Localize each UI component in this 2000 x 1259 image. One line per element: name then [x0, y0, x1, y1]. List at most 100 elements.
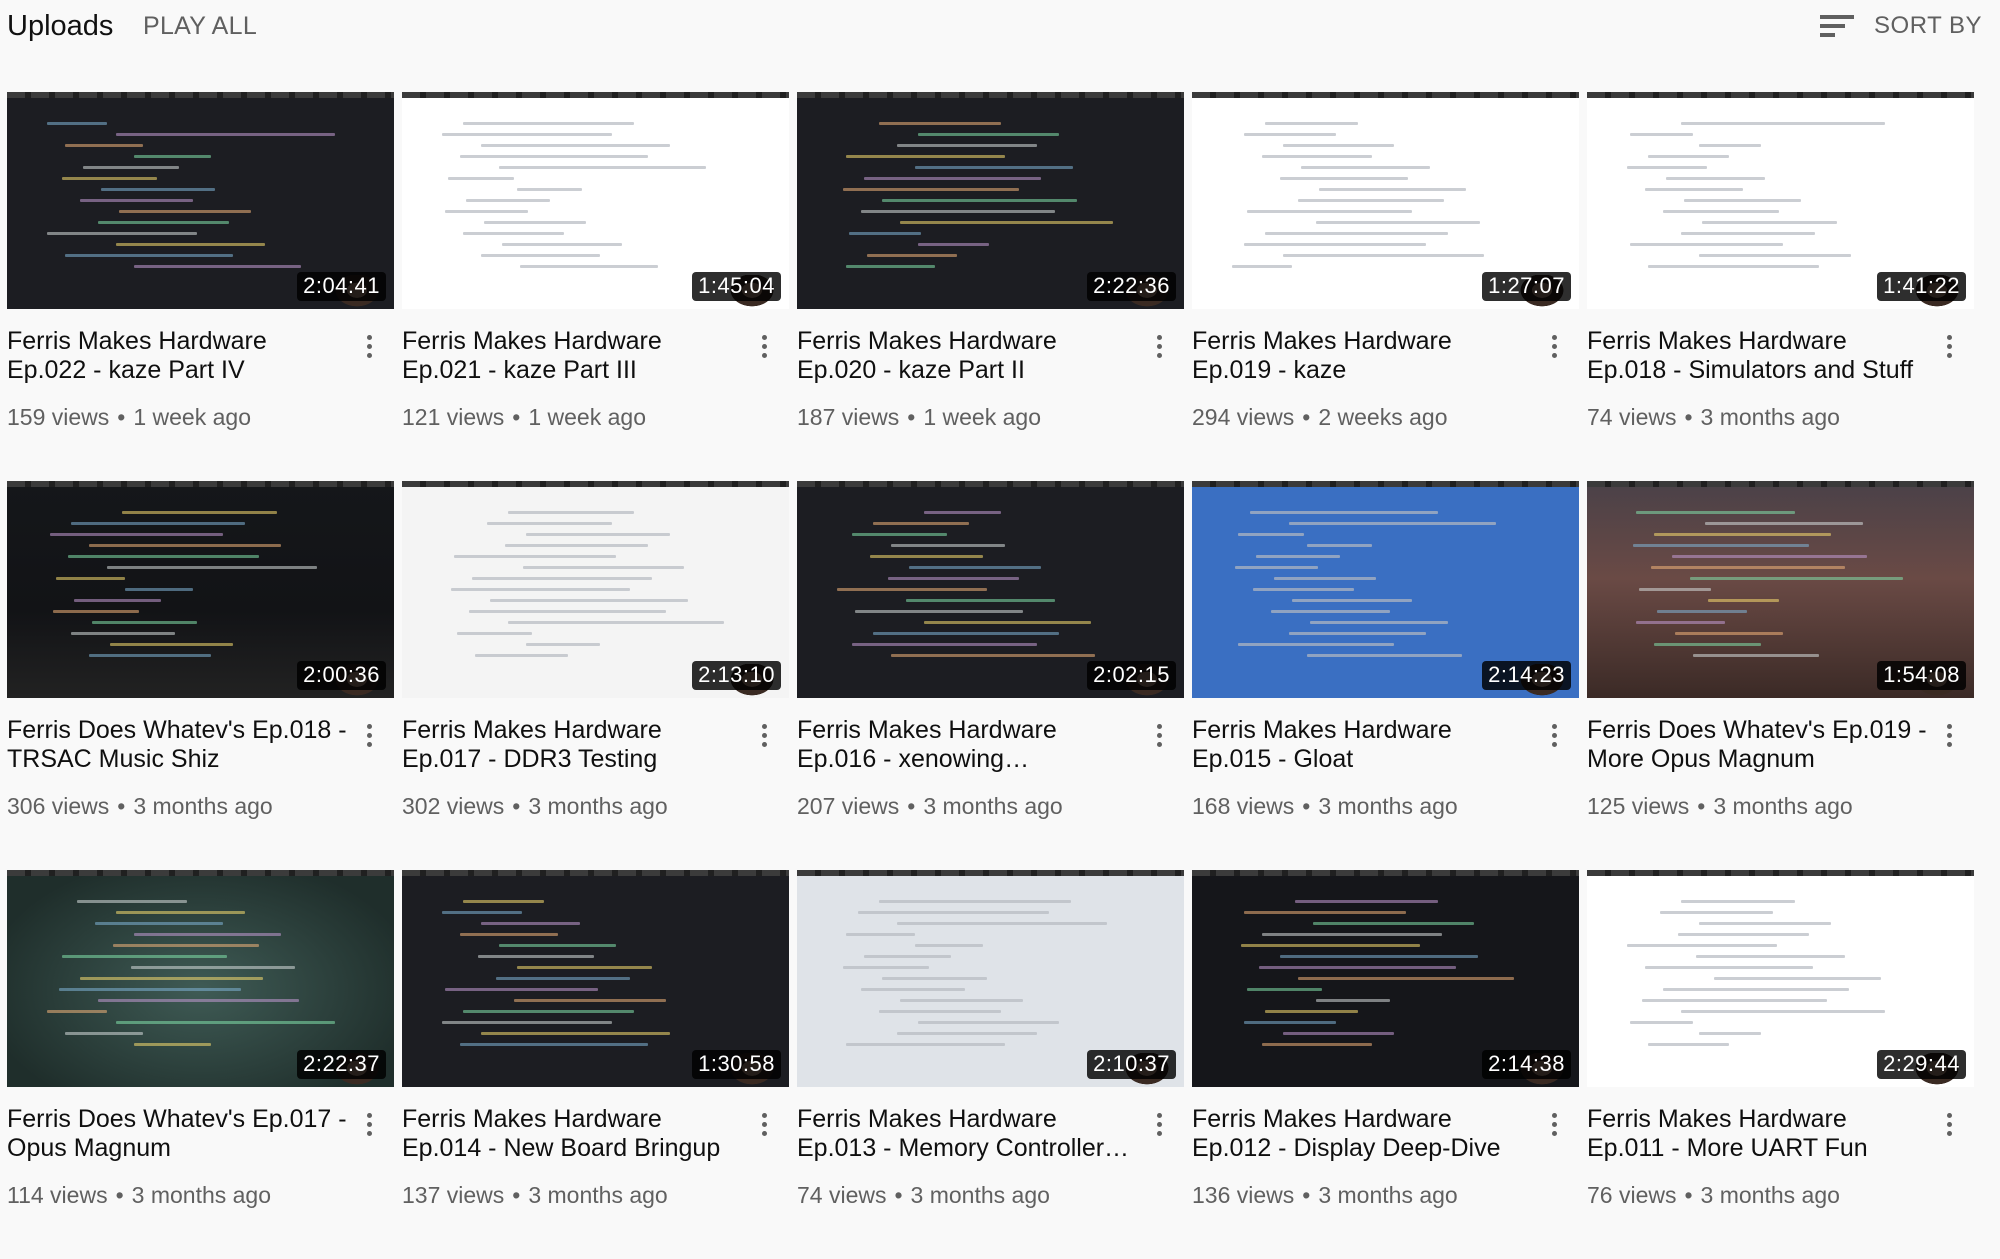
more-vertical-icon[interactable]	[358, 718, 380, 752]
more-vertical-icon[interactable]	[1148, 718, 1170, 752]
video-title[interactable]: Ferris Does Whatev's Ep.018 - TRSAC Musi…	[7, 716, 347, 774]
video-thumbnail[interactable]: 2:00:36	[7, 481, 394, 698]
thumbnail-content-line	[1648, 265, 1819, 268]
thumbnail-content-line	[1681, 122, 1885, 125]
separator-dot: •	[1684, 1182, 1693, 1208]
more-vertical-icon[interactable]	[1543, 1107, 1565, 1141]
thumbnail-content-line	[1654, 533, 1831, 536]
thumbnail-content-line	[1265, 122, 1358, 125]
thumbnail-content-line	[481, 922, 580, 925]
thumbnail-content-line	[508, 511, 634, 514]
thumbnail-content-line	[116, 133, 335, 136]
video-title[interactable]: Ferris Does Whatev's Ep.019 - More Opus …	[1587, 716, 1927, 774]
video-title[interactable]: Ferris Makes Hardware Ep.011 - More UART…	[1587, 1105, 1927, 1163]
thumbnail-content-line	[113, 944, 259, 947]
thumbnail-content-line	[1657, 610, 1747, 613]
thumbnail-content-line	[83, 166, 179, 169]
video-thumbnail[interactable]: 2:29:44	[1587, 870, 1974, 1087]
duration-badge: 2:04:41	[297, 272, 386, 301]
video-thumbnail[interactable]: 1:41:22	[1587, 92, 1974, 309]
video-title[interactable]: Ferris Makes Hardware Ep.022 - kaze Part…	[7, 327, 347, 385]
thumbnail-content-line	[858, 911, 1049, 914]
video-title[interactable]: Ferris Makes Hardware Ep.019 - kaze	[1192, 327, 1532, 385]
video-thumbnail[interactable]: 2:14:23	[1192, 481, 1579, 698]
sort-by-label: SORT BY	[1874, 12, 1982, 39]
video-card[interactable]: 1:27:07 Ferris Makes Hardware Ep.019 - ka…	[1192, 92, 1579, 481]
video-thumbnail[interactable]: 2:02:15	[797, 481, 1184, 698]
view-count: 74 views	[1587, 404, 1677, 430]
thumbnail-content-line	[1660, 911, 1773, 914]
more-vertical-icon[interactable]	[1938, 718, 1960, 752]
thumbnail-content-line	[1633, 544, 1809, 547]
upload-age: 3 months ago	[1700, 404, 1840, 430]
video-thumbnail[interactable]: 1:54:08	[1587, 481, 1974, 698]
video-title[interactable]: Ferris Makes Hardware Ep.020 - kaze Part…	[797, 327, 1137, 385]
video-title[interactable]: Ferris Makes Hardware Ep.013 - Memory Co…	[797, 1105, 1137, 1163]
video-card[interactable]: 1:54:08 Ferris Does Whatev's Ep.019 - Mor…	[1587, 481, 1974, 870]
video-thumbnail[interactable]: 2:22:36	[797, 92, 1184, 309]
thumbnail-content-line	[1241, 944, 1420, 947]
thumbnail-content-line	[1630, 243, 1783, 246]
thumbnail-content-line	[1714, 977, 1881, 980]
more-vertical-icon[interactable]	[753, 1107, 775, 1141]
video-card[interactable]: 2:04:41 Ferris Makes Hardware Ep.022 - ka…	[7, 92, 394, 481]
thumbnail-content-line	[879, 1010, 1001, 1013]
video-thumbnail[interactable]: 1:30:58	[402, 870, 789, 1087]
video-card[interactable]: 2:22:36 Ferris Makes Hardware Ep.020 - ka…	[797, 92, 1184, 481]
video-title[interactable]: Ferris Makes Hardware Ep.012 - Display D…	[1192, 1105, 1532, 1163]
thumbnail-content-line	[134, 265, 301, 268]
sort-by-button[interactable]: SORT BY	[1820, 10, 1982, 42]
thumbnail-content-line	[1642, 999, 1827, 1002]
thumbnail-content-line	[53, 610, 139, 613]
video-title[interactable]: Ferris Makes Hardware Ep.015 - Gloat	[1192, 716, 1532, 774]
video-thumbnail[interactable]: 2:10:37	[797, 870, 1184, 1087]
video-thumbnail[interactable]: 2:22:37	[7, 870, 394, 1087]
more-vertical-icon[interactable]	[1938, 1107, 1960, 1141]
thumbnail-content-line	[1681, 232, 1815, 235]
thumbnail-content-line	[1235, 566, 1318, 569]
video-card[interactable]: 2:02:15 Ferris Makes Hardware Ep.016 - xe…	[797, 481, 1184, 870]
more-vertical-icon[interactable]	[358, 329, 380, 363]
more-vertical-icon[interactable]	[1543, 718, 1565, 752]
thumbnail-content-line	[517, 966, 652, 969]
more-vertical-icon[interactable]	[753, 329, 775, 363]
more-vertical-icon[interactable]	[1148, 1107, 1170, 1141]
video-thumbnail[interactable]: 2:14:38	[1192, 870, 1579, 1087]
video-title[interactable]: Ferris Makes Hardware Ep.016 - xenowing…	[797, 716, 1137, 774]
duration-badge: 2:02:15	[1087, 661, 1176, 690]
more-vertical-icon[interactable]	[1543, 329, 1565, 363]
thumbnail-content-line	[1247, 988, 1322, 991]
thumbnail-content-line	[71, 522, 245, 525]
video-thumbnail[interactable]: 2:04:41	[7, 92, 394, 309]
video-card[interactable]: 2:29:44 Ferris Makes Hardware Ep.011 - Mo…	[1587, 870, 1974, 1259]
video-title[interactable]: Ferris Makes Hardware Ep.018 - Simulator…	[1587, 327, 1927, 385]
more-vertical-icon[interactable]	[753, 718, 775, 752]
thumbnail-content-line	[882, 199, 1077, 202]
thumbnail-content-line	[852, 643, 1037, 646]
video-title[interactable]: Ferris Does Whatev's Ep.017 - Opus Magnu…	[7, 1105, 347, 1163]
video-title[interactable]: Ferris Makes Hardware Ep.017 - DDR3 Test…	[402, 716, 742, 774]
video-card[interactable]: 1:45:04 Ferris Makes Hardware Ep.021 - ka…	[402, 92, 789, 481]
more-vertical-icon[interactable]	[358, 1107, 380, 1141]
video-card[interactable]: 2:10:37 Ferris Makes Hardware Ep.013 - Me…	[797, 870, 1184, 1259]
more-vertical-icon[interactable]	[1148, 329, 1170, 363]
video-card[interactable]: 2:00:36 Ferris Does Whatev's Ep.018 - TRS…	[7, 481, 394, 870]
thumbnail-content-line	[95, 922, 223, 925]
thumbnail-content-line	[523, 566, 684, 569]
video-thumbnail[interactable]: 1:27:07	[1192, 92, 1579, 309]
thumbnail-content-line	[888, 577, 1019, 580]
video-thumbnail[interactable]: 1:45:04	[402, 92, 789, 309]
video-thumbnail[interactable]: 2:13:10	[402, 481, 789, 698]
video-title[interactable]: Ferris Makes Hardware Ep.021 - kaze Part…	[402, 327, 742, 385]
video-card[interactable]: 2:14:23 Ferris Makes Hardware Ep.015 - Gl…	[1192, 481, 1579, 870]
more-vertical-icon[interactable]	[1938, 329, 1960, 363]
video-card[interactable]: 1:30:58 Ferris Makes Hardware Ep.014 - Ne…	[402, 870, 789, 1259]
play-all-button[interactable]: PLAY ALL	[143, 12, 257, 41]
video-card[interactable]: 2:13:10 Ferris Makes Hardware Ep.017 - DD…	[402, 481, 789, 870]
video-title[interactable]: Ferris Makes Hardware Ep.014 - New Board…	[402, 1105, 742, 1163]
thumbnail-content-line	[481, 1032, 670, 1035]
video-card[interactable]: 1:41:22 Ferris Makes Hardware Ep.018 - Si…	[1587, 92, 1974, 481]
video-card[interactable]: 2:22:37 Ferris Does Whatev's Ep.017 - Opu…	[7, 870, 394, 1259]
thumbnail-content-line	[131, 966, 295, 969]
video-card[interactable]: 2:14:38 Ferris Makes Hardware Ep.012 - Di…	[1192, 870, 1579, 1259]
